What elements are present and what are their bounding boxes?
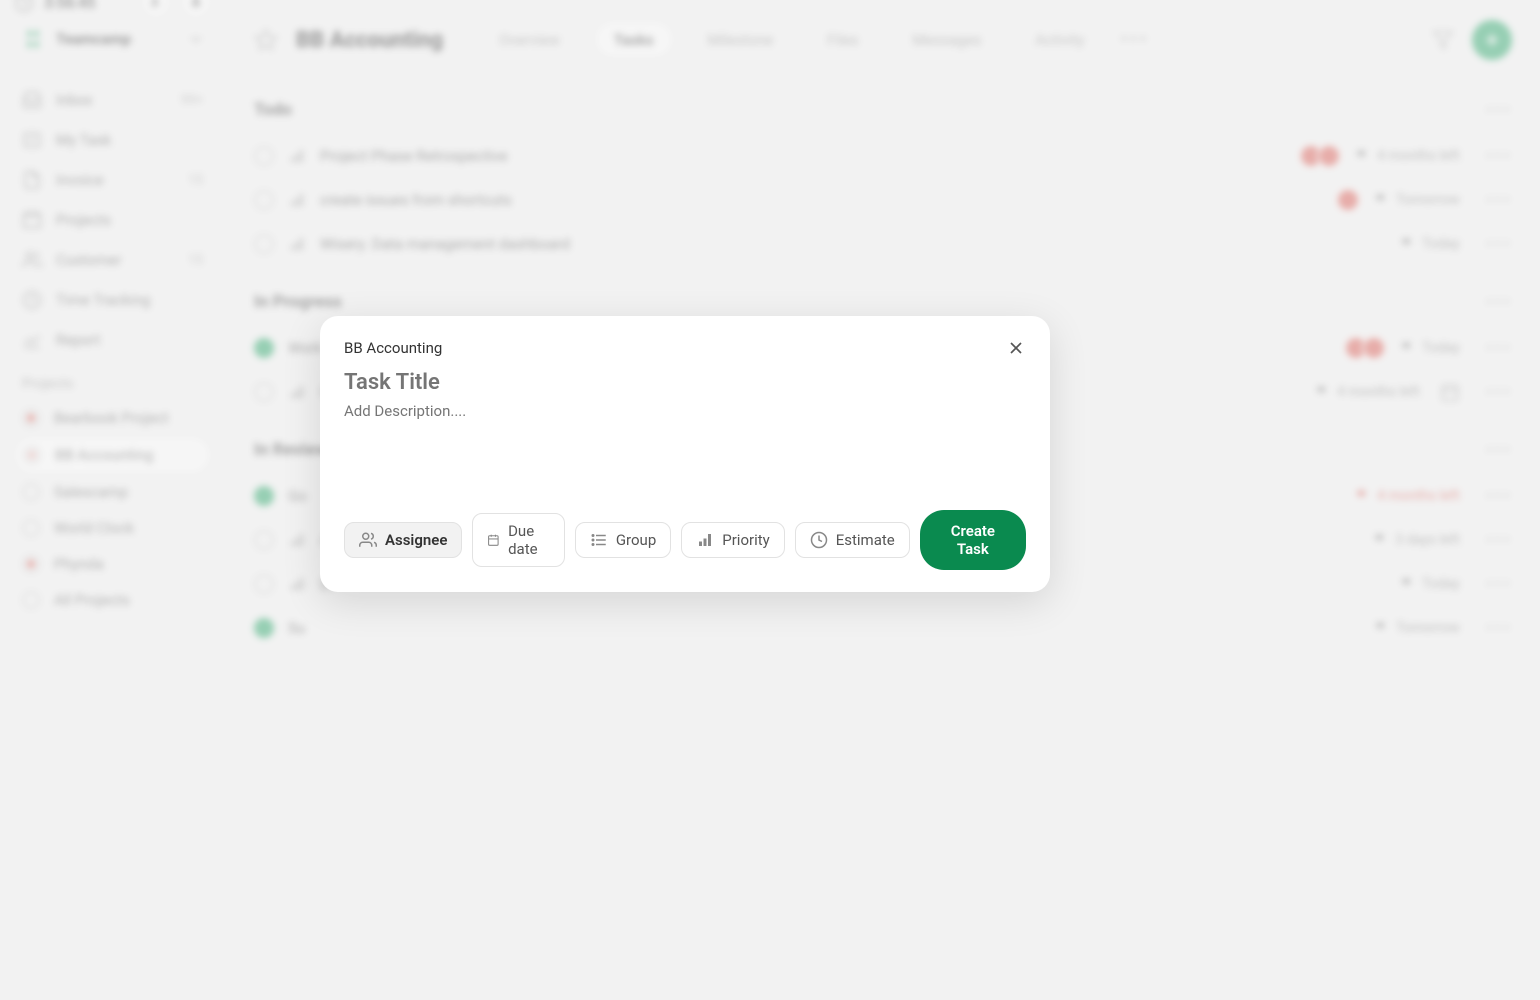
clock-icon (810, 531, 828, 549)
list-icon (590, 531, 608, 549)
chip-label: Due date (508, 522, 550, 558)
create-task-button[interactable]: Create Task (920, 510, 1026, 570)
task-description-input[interactable] (344, 402, 1026, 420)
users-icon (359, 531, 377, 549)
create-task-modal: BB Accounting Assignee Due date Group Pr… (320, 316, 1050, 592)
chip-label: Assignee (385, 531, 447, 549)
task-title-input[interactable] (344, 370, 1026, 395)
priority-chip[interactable]: Priority (681, 522, 784, 558)
close-icon[interactable] (1006, 338, 1026, 358)
chip-label: Priority (722, 531, 769, 549)
estimate-chip[interactable]: Estimate (795, 522, 910, 558)
priority-icon (696, 531, 714, 549)
calendar-icon (487, 531, 500, 549)
assignee-chip[interactable]: Assignee (344, 522, 462, 558)
chip-label: Group (616, 531, 656, 549)
group-chip[interactable]: Group (575, 522, 671, 558)
chip-label: Estimate (836, 531, 895, 549)
due-date-chip[interactable]: Due date (472, 513, 564, 567)
modal-breadcrumb: BB Accounting (344, 339, 1006, 357)
